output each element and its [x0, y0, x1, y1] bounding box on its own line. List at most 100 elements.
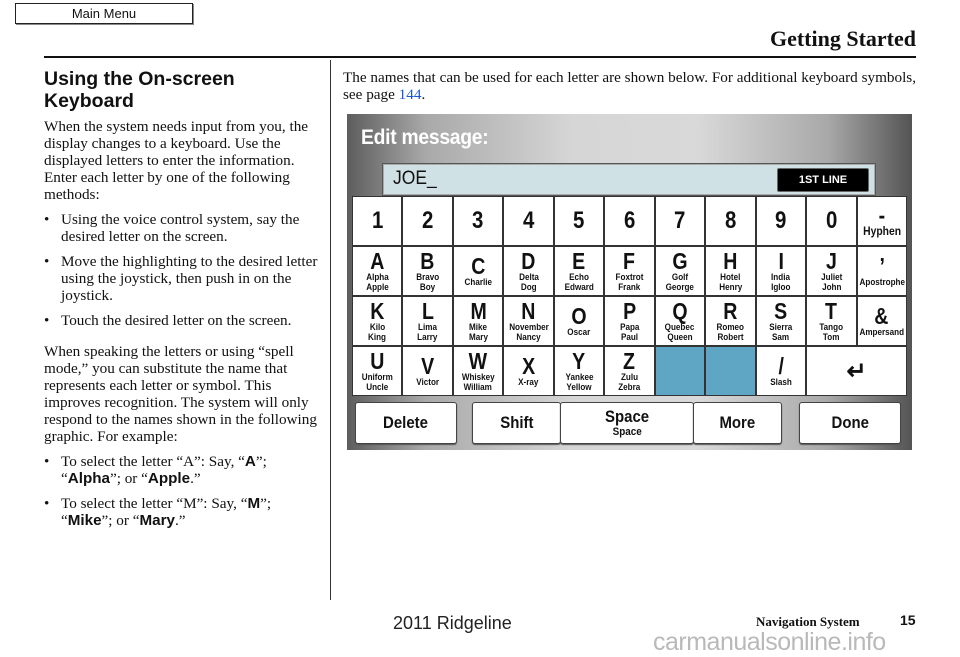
key-digit-1[interactable]: 1 [353, 197, 402, 245]
key-spoken-name: Frank [618, 282, 641, 292]
key-digit-8[interactable]: 8 [706, 197, 755, 245]
key-x-ray[interactable]: X X-ray [504, 347, 553, 395]
key-glyph: W [468, 348, 488, 374]
key-spoken-name: Edward [564, 282, 594, 292]
key-zulu[interactable]: Z Zulu Zebra [605, 347, 654, 395]
example-text: ”; or “ [101, 512, 140, 529]
key-spoken-name: Hotel [720, 272, 741, 282]
example-text: To select the letter “A”: Say, “ [61, 453, 245, 470]
key-glyph: 6 [623, 207, 636, 234]
key-bravo[interactable]: B Bravo Boy [403, 247, 452, 295]
key-glyph: Z [623, 348, 636, 374]
key-slash[interactable]: / Slash [756, 347, 806, 395]
key-spoken-name: Kilo [369, 322, 385, 332]
methods-list: Using the voice control system, say the … [44, 211, 324, 329]
key-digit-4[interactable]: 4 [504, 197, 553, 245]
key-spoken-name: Quebec [665, 322, 695, 332]
example-m: To select the letter “M”: Say, “M”; “Mik… [44, 495, 324, 529]
method-item: Touch the desired letter on the screen. [44, 312, 324, 329]
delete-button[interactable]: Delete [355, 402, 457, 444]
key-romeo[interactable]: R Romeo Robert [706, 297, 755, 345]
enter-key[interactable]: ↵ [807, 347, 906, 395]
key-oscar[interactable]: O Oscar [554, 297, 604, 345]
key-hyphen[interactable]: - Hyphen [857, 197, 906, 245]
key-digit-9[interactable]: 9 [756, 197, 806, 245]
more-button[interactable]: More [693, 402, 782, 444]
key-november[interactable]: N November Nancy [504, 297, 553, 345]
key-uniform[interactable]: U Uniform Uncle [353, 347, 402, 395]
key-alpha[interactable]: A Alpha Apple [353, 247, 402, 295]
main-menu-button[interactable]: Main Menu [15, 3, 193, 24]
done-button[interactable]: Done [799, 402, 901, 444]
key-digit-0[interactable]: 0 [807, 197, 856, 245]
key-apostrophe[interactable]: ’ Apostrophe [857, 247, 906, 295]
shift-label: Shift [499, 413, 534, 432]
keyboard-grid: 1 2 3 4 5 6 7 8 9 0 - Hyphen A Alpha Apple B Bravo Boy C Ch… [352, 196, 907, 396]
example-text: .” [190, 470, 201, 487]
key-juliet[interactable]: J Juliet John [807, 247, 856, 295]
key-glyph: A [370, 248, 385, 274]
key-glyph: U [370, 348, 385, 374]
key-glyph: 1 [371, 207, 383, 234]
key-glyph: T [825, 298, 838, 324]
key-spoken-name: Sam [772, 332, 790, 342]
space-spoken-name: Space [612, 426, 642, 438]
example-name: Apple [147, 470, 191, 487]
key-glyph: 0 [825, 207, 837, 234]
delete-label: Delete [383, 413, 429, 432]
key-charlie[interactable]: C Charlie [453, 247, 503, 295]
message-input[interactable]: JOE_ 1ST LINE [382, 163, 876, 196]
key-digit-3[interactable]: 3 [453, 197, 503, 245]
key-delta[interactable]: D Delta Dog [504, 247, 553, 295]
key-yankee[interactable]: Y Yankee Yellow [554, 347, 604, 395]
key-spoken-name: Uncle [366, 382, 389, 392]
blank-key[interactable] [655, 347, 705, 395]
key-spoken-name: Mary [468, 332, 488, 342]
key-victor[interactable]: V Victor [403, 347, 452, 395]
key-foxtrot[interactable]: F Foxtrot Frank [605, 247, 654, 295]
key-digit-7[interactable]: 7 [655, 197, 705, 245]
column-divider [330, 60, 331, 600]
key-glyph: - [878, 202, 886, 228]
key-tango[interactable]: T Tango Tom [807, 297, 856, 345]
key-whiskey[interactable]: W Whiskey William [453, 347, 503, 395]
line-select-button[interactable]: 1ST LINE [777, 168, 869, 192]
section-heading: Using the On-screen Keyboard [44, 68, 235, 112]
key-mike[interactable]: M Mike Mary [453, 297, 503, 345]
key-spoken-name: Henry [718, 282, 742, 292]
key-digit-5[interactable]: 5 [554, 197, 604, 245]
key-kilo[interactable]: K Kilo King [353, 297, 402, 345]
left-column: Using the On-screen Keyboard When the sy… [44, 68, 324, 537]
key-glyph: I [778, 248, 784, 274]
key-spoken-name: Whiskey [461, 372, 495, 382]
key-spoken-name: Echo [569, 272, 589, 282]
key-india[interactable]: I India Igloo [756, 247, 806, 295]
header-rule [44, 56, 916, 58]
spell-mode-paragraph: When speaking the letters or using “spel… [44, 343, 317, 445]
key-papa[interactable]: P Papa Paul [605, 297, 654, 345]
key-spoken-name: Zebra [618, 382, 641, 392]
space-button[interactable]: Space Space [560, 402, 694, 444]
key-spoken-name: Sierra [769, 322, 793, 332]
key-ampersand[interactable]: & Ampersand [857, 297, 906, 345]
example-text: To select the letter “M”: Say, “ [61, 495, 248, 512]
key-digit-6[interactable]: 6 [605, 197, 654, 245]
page-link[interactable]: 144 [399, 86, 422, 103]
key-glyph: X [522, 353, 536, 379]
key-glyph: L [421, 298, 434, 324]
key-quebec[interactable]: Q Quebec Queen [655, 297, 705, 345]
key-digit-2[interactable]: 2 [403, 197, 452, 245]
key-spoken-name: Juliet [820, 272, 842, 282]
key-glyph: & [874, 303, 889, 329]
method-item: Using the voice control system, say the … [44, 211, 324, 245]
key-spoken-name: November [508, 322, 549, 332]
key-golf[interactable]: G Golf George [655, 247, 705, 295]
shift-button[interactable]: Shift [472, 402, 561, 444]
key-lima[interactable]: L Lima Larry [403, 297, 452, 345]
key-sierra[interactable]: S Sierra Sam [756, 297, 806, 345]
key-hotel[interactable]: H Hotel Henry [706, 247, 755, 295]
key-echo[interactable]: E Echo Edward [554, 247, 604, 295]
key-spoken-name: Mike [469, 322, 488, 332]
example-letter: M [247, 495, 261, 512]
blank-key[interactable] [706, 347, 755, 395]
